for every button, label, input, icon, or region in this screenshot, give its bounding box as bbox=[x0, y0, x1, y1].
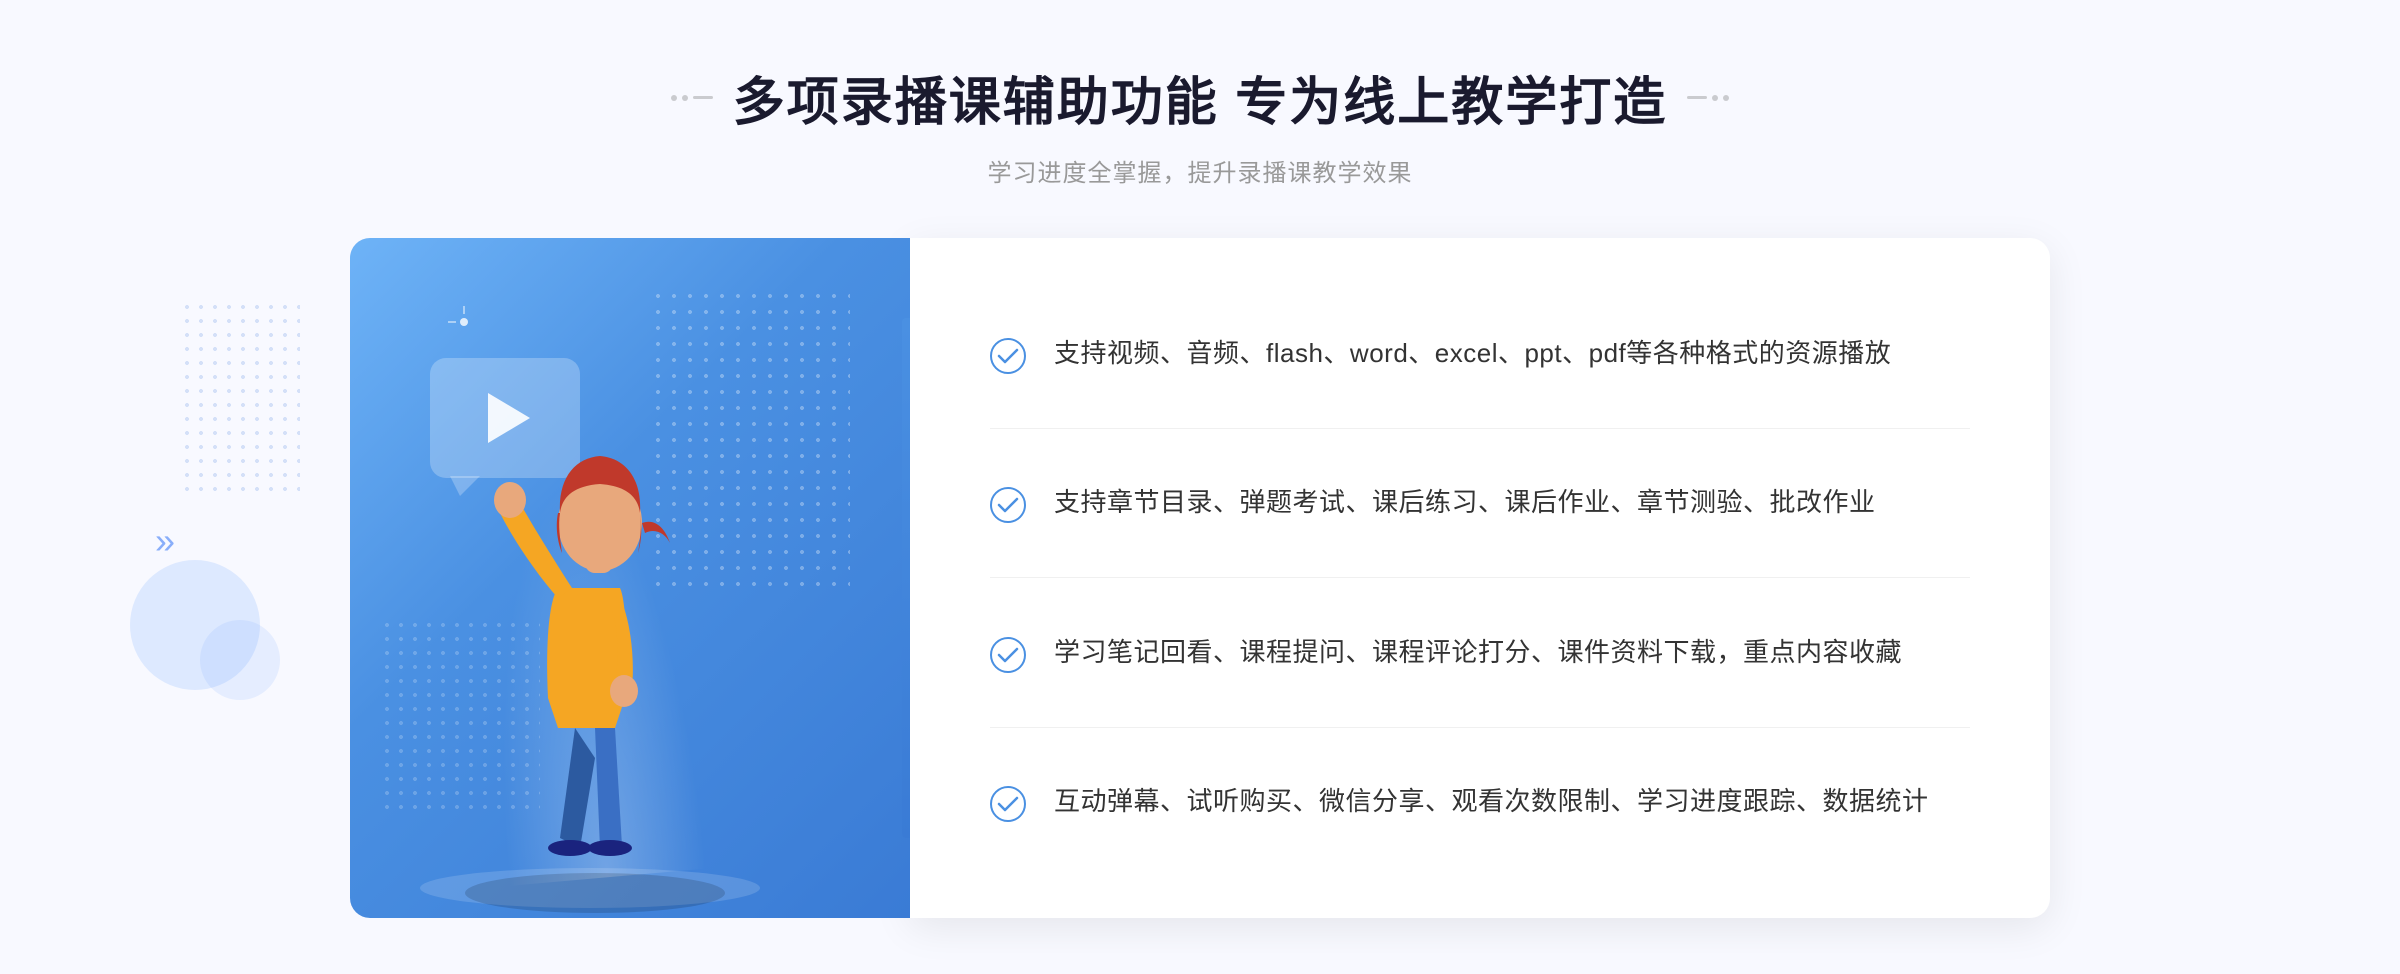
circle-decoration-small bbox=[200, 620, 280, 700]
check-circle-4 bbox=[990, 786, 1026, 822]
shine-decoration bbox=[460, 318, 468, 326]
check-icon-2 bbox=[990, 487, 1026, 523]
check-icon-4 bbox=[990, 786, 1026, 822]
check-icon-3 bbox=[990, 637, 1026, 673]
content-panel: 支持视频、音频、flash、word、excel、ppt、pdf等各种格式的资源… bbox=[910, 238, 2050, 918]
feature-item-1: 支持视频、音频、flash、word、excel、ppt、pdf等各种格式的资源… bbox=[990, 316, 1970, 392]
divider-2 bbox=[990, 577, 1970, 578]
page-header: 多项录播课辅助功能 专为线上教学打造 学习进度全掌握，提升录播课教学效果 bbox=[671, 60, 1729, 188]
divider-1 bbox=[990, 428, 1970, 429]
feature-item-4: 互动弹幕、试听购买、微信分享、观看次数限制、学习进度跟踪、数据统计 bbox=[990, 764, 1970, 840]
divider-3 bbox=[990, 727, 1970, 728]
arrow-left-decoration: » bbox=[155, 520, 167, 562]
page-title: 多项录播课辅助功能 专为线上教学打造 bbox=[733, 60, 1667, 135]
header-decoration-left bbox=[671, 95, 713, 101]
header-decoration-right bbox=[1687, 95, 1729, 101]
feature-text-2: 支持章节目录、弹题考试、课后练习、课后作业、章节测验、批改作业 bbox=[1054, 483, 1876, 522]
check-circle-2 bbox=[990, 487, 1026, 523]
feature-item-3: 学习笔记回看、课程提问、课程评论打分、课件资料下载，重点内容收藏 bbox=[990, 615, 1970, 691]
feature-text-3: 学习笔记回看、课程提问、课程评论打分、课件资料下载，重点内容收藏 bbox=[1054, 633, 1902, 672]
blue-accent-stripe bbox=[902, 318, 910, 838]
page-container: » 多项录播课辅助功能 专为线上教学打造 学习进度全掌握，提升录播课教学效果 bbox=[0, 0, 2400, 974]
feature-item-2: 支持章节目录、弹题考试、课后练习、课后作业、章节测验、批改作业 bbox=[990, 465, 1970, 541]
page-subtitle: 学习进度全掌握，提升录播课教学效果 bbox=[671, 153, 1729, 188]
check-icon-1 bbox=[990, 338, 1026, 374]
check-circle-3 bbox=[990, 637, 1026, 673]
feature-text-4: 互动弹幕、试听购买、微信分享、观看次数限制、学习进度跟踪、数据统计 bbox=[1054, 782, 1929, 821]
illustration-panel bbox=[350, 238, 910, 918]
feature-text-1: 支持视频、音频、flash、word、excel、ppt、pdf等各种格式的资源… bbox=[1054, 334, 1891, 373]
main-content: 支持视频、音频、flash、word、excel、ppt、pdf等各种格式的资源… bbox=[350, 238, 2050, 918]
decorative-dots-left bbox=[180, 300, 300, 500]
header-title-row: 多项录播课辅助功能 专为线上教学打造 bbox=[671, 60, 1729, 135]
person-illustration bbox=[410, 358, 790, 918]
check-circle-1 bbox=[990, 338, 1026, 374]
figure-container bbox=[410, 358, 790, 918]
